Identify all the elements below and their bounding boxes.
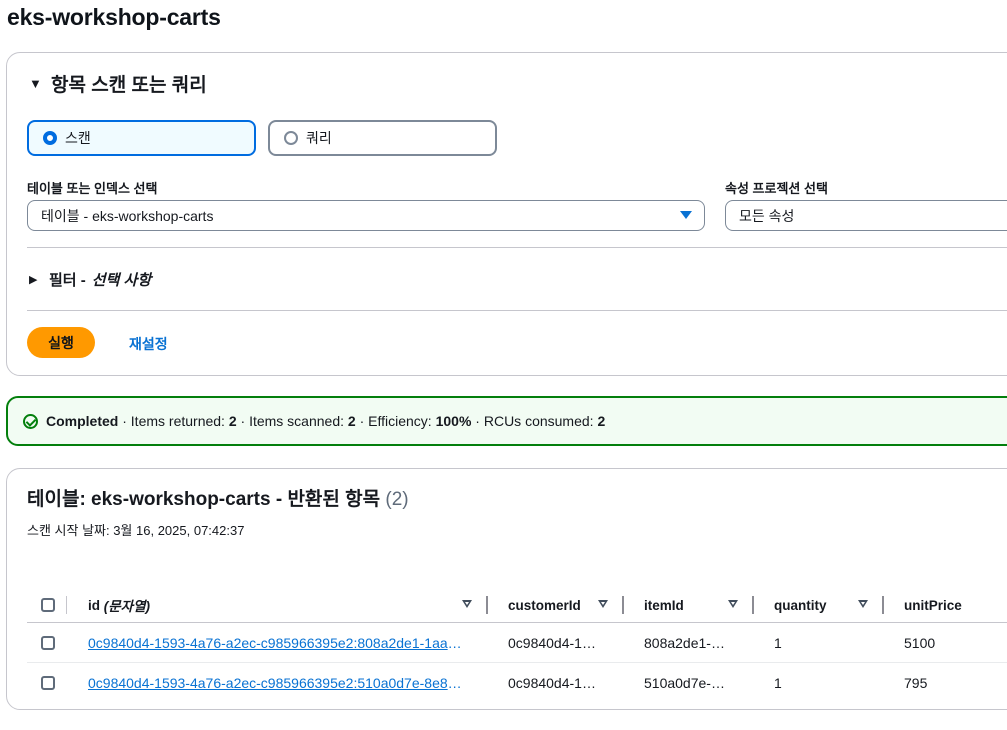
scan-query-panel: ▼ 항목 스캔 또는 쿼리 스캔 쿼리 테이블 또는 인덱스 선택 테이블 - … [6, 52, 1007, 376]
quantity-cell: 1 [774, 635, 782, 651]
sort-icon[interactable] [598, 600, 608, 608]
radio-selected-icon[interactable] [43, 131, 57, 145]
column-separator[interactable] [752, 596, 754, 614]
results-panel: 테이블: eks-workshop-carts - 반환된 항목 (2) 스캔 … [6, 468, 1007, 710]
run-button[interactable]: 실행 [27, 327, 95, 358]
column-separator [66, 596, 67, 614]
sort-icon[interactable] [728, 600, 738, 608]
query-mode-label: 쿼리 [306, 130, 332, 146]
scan-start-date: 스캔 시작 날짜: 3월 16, 2025, 07:42:37 [27, 523, 245, 538]
scan-section-title: 항목 스캔 또는 쿼리 [51, 75, 207, 96]
results-title: 테이블: eks-workshop-carts - 반환된 항목 (2) [27, 489, 409, 510]
scan-section-toggle[interactable]: ▼ 항목 스캔 또는 쿼리 [29, 70, 207, 97]
status-alert: Completed · Items returned: 2 · Items sc… [6, 396, 1007, 446]
filter-section-toggle[interactable]: ▶ 필터 - 선택 사항 [29, 269, 151, 290]
table-select-value: 테이블 - eks-workshop-carts [41, 207, 214, 224]
reset-button[interactable]: 재설정 [129, 334, 168, 354]
column-separator[interactable] [486, 596, 488, 614]
caret-right-icon: ▶ [29, 274, 38, 286]
projection-select-label: 속성 프로젝션 선택 [725, 181, 828, 196]
divider [27, 310, 1007, 311]
projection-select[interactable]: 모든 속성 [725, 200, 1007, 231]
row-checkbox[interactable] [41, 676, 55, 690]
table-header-row: id (문자열) customerId itemId quantity unit… [7, 587, 1007, 623]
page-title: eks-workshop-carts [7, 4, 221, 30]
status-text: Completed · Items returned: 2 · Items sc… [46, 413, 606, 429]
unit-price-cell: 5100 [904, 635, 936, 651]
success-check-icon [23, 413, 38, 429]
row-checkbox[interactable] [41, 636, 55, 650]
radio-unselected-icon[interactable] [284, 131, 298, 145]
filter-title: 필터 - [49, 272, 86, 289]
column-header-quantity[interactable]: quantity [774, 587, 827, 623]
unit-price-cell: 795 [904, 675, 928, 691]
sort-icon[interactable] [462, 600, 472, 608]
table-select-label: 테이블 또는 인덱스 선택 [27, 181, 158, 196]
customer-id-cell: 0c9840d4-1593-4a76 [508, 675, 603, 691]
column-header-unitprice[interactable]: unitPrice [904, 587, 962, 623]
item-id-cell: 808a2de1-1aa6 [644, 635, 729, 651]
column-header-itemid[interactable]: itemId [644, 587, 684, 623]
scan-mode-label: 스캔 [65, 130, 91, 146]
customer-id-cell: 0c9840d4-1593-4a76 [508, 635, 603, 651]
column-header-id[interactable]: id (문자열) [88, 587, 150, 623]
item-id-cell: 510a0d7e-8e83 [644, 675, 729, 691]
column-separator[interactable] [622, 596, 624, 614]
results-count: (2) [385, 489, 409, 510]
table-select[interactable]: 테이블 - eks-workshop-carts [27, 200, 705, 231]
sort-icon[interactable] [858, 600, 868, 608]
scan-mode-tile[interactable]: 스캔 [27, 120, 256, 156]
projection-select-value: 모든 속성 [739, 207, 795, 224]
dropdown-caret-icon [680, 211, 692, 219]
column-separator[interactable] [882, 596, 884, 614]
divider [27, 247, 1007, 248]
item-id-link[interactable]: 0c9840d4-1593-4a76-a2ec-c985966395e2:808… [88, 635, 469, 651]
column-header-customerid[interactable]: customerId [508, 587, 581, 623]
caret-down-icon: ▼ [29, 76, 42, 91]
select-all-checkbox[interactable] [41, 598, 55, 612]
results-table: id (문자열) customerId itemId quantity unit… [7, 587, 1007, 703]
table-row: 0c9840d4-1593-4a76-a2ec-c985966395e2:510… [7, 663, 1007, 703]
table-row: 0c9840d4-1593-4a76-a2ec-c985966395e2:808… [7, 623, 1007, 663]
query-mode-tile[interactable]: 쿼리 [268, 120, 497, 156]
filter-optional-label: 선택 사항 [91, 272, 152, 289]
item-id-link[interactable]: 0c9840d4-1593-4a76-a2ec-c985966395e2:510… [88, 675, 469, 691]
quantity-cell: 1 [774, 675, 782, 691]
